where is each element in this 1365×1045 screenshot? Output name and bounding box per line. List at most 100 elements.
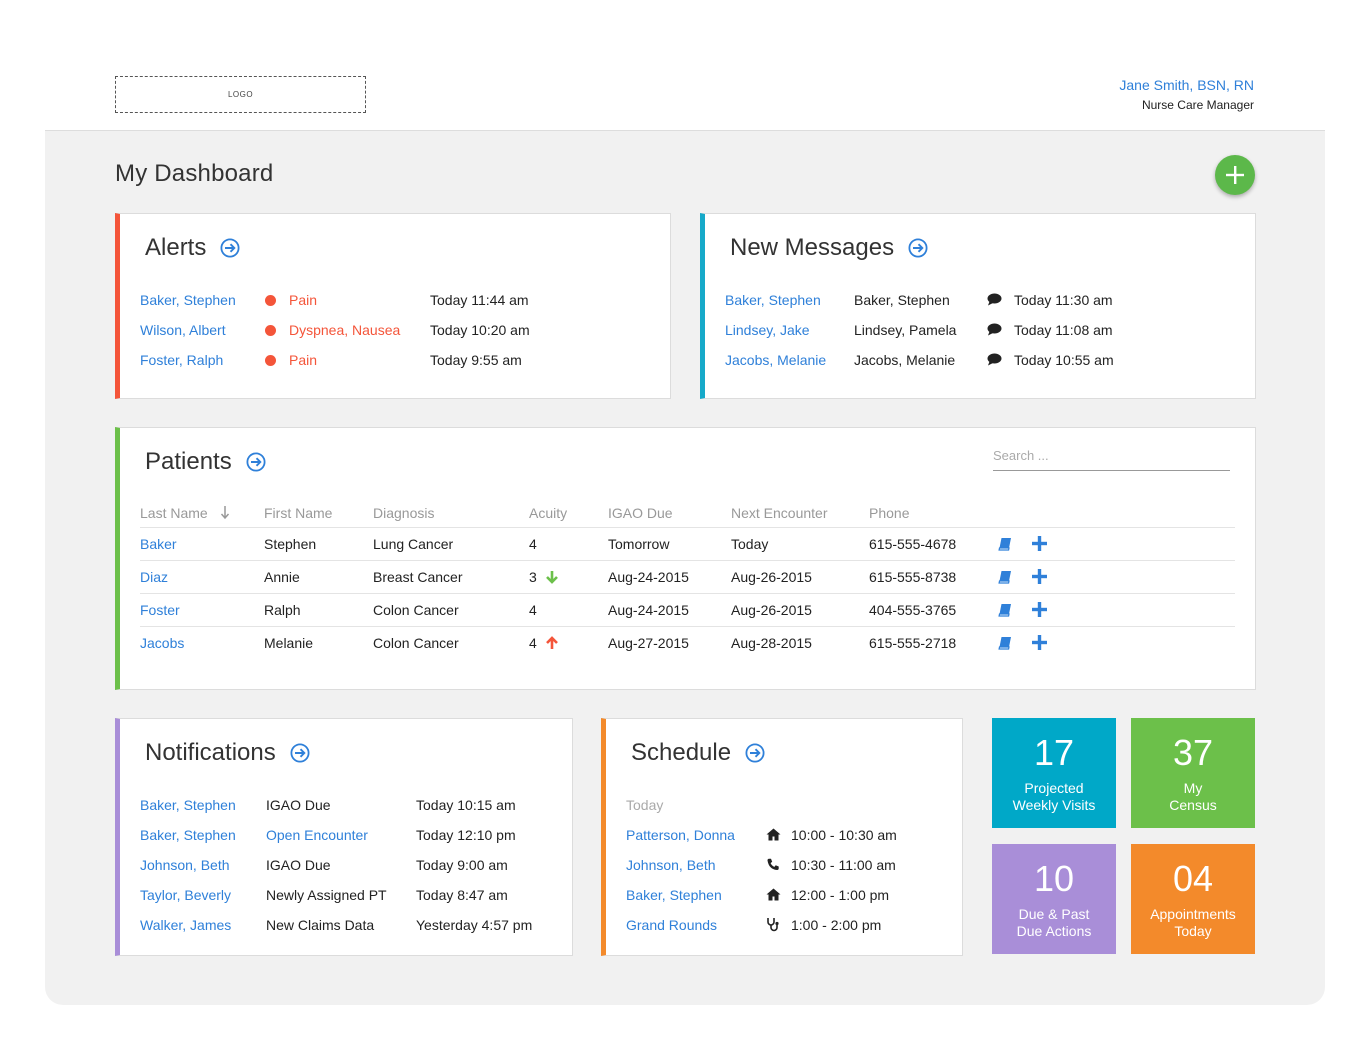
chart-book-icon[interactable] bbox=[998, 627, 1012, 660]
go-arrow-icon[interactable] bbox=[908, 238, 928, 258]
patients-title-text: Patients bbox=[145, 448, 232, 475]
patient-last-name-link[interactable]: Jacobs bbox=[140, 627, 184, 660]
message-time: Today 11:30 am bbox=[1014, 292, 1113, 308]
alert-patient-link[interactable]: Foster, Ralph bbox=[140, 350, 223, 370]
add-encounter-icon[interactable] bbox=[1032, 528, 1047, 561]
dashboard-area: My Dashboard Alerts Baker, Stephen Pain To… bbox=[45, 130, 1325, 1005]
message-patient-link[interactable]: Baker, Stephen bbox=[725, 290, 821, 310]
alerts-title: Alerts bbox=[145, 234, 240, 262]
alert-time: Today 10:20 am bbox=[430, 322, 530, 338]
patient-igao-due: Aug-24-2015 bbox=[608, 602, 689, 618]
alert-dot-icon bbox=[265, 325, 276, 336]
stat-tile-label-line: Census bbox=[1169, 797, 1217, 813]
messages-title-text: New Messages bbox=[730, 234, 895, 261]
col-igao-due[interactable]: IGAO Due bbox=[608, 504, 673, 522]
notification-patient-link[interactable]: Taylor, Beverly bbox=[140, 885, 231, 905]
chat-bubble-icon[interactable] bbox=[987, 350, 1002, 370]
patient-first-name: Melanie bbox=[264, 635, 314, 651]
chart-book-icon[interactable] bbox=[998, 528, 1012, 561]
alerts-card: Alerts Baker, Stephen Pain Today 11:44 am W… bbox=[115, 213, 671, 399]
patient-acuity: 3 bbox=[529, 561, 559, 594]
alert-patient-link[interactable]: Wilson, Albert bbox=[140, 320, 226, 340]
add-encounter-icon[interactable] bbox=[1032, 627, 1047, 660]
notification-patient-link[interactable]: Walker, James bbox=[140, 915, 231, 935]
go-arrow-icon[interactable] bbox=[246, 452, 266, 472]
stat-tile[interactable]: 17 Projected Weekly Visits bbox=[992, 718, 1116, 828]
acuity-value: 4 bbox=[529, 602, 537, 618]
patients-title: Patients bbox=[145, 448, 266, 476]
add-encounter-icon[interactable] bbox=[1032, 561, 1047, 594]
col-last-name[interactable]: Last Name bbox=[140, 504, 230, 522]
stat-tile[interactable]: 04 Appointments Today bbox=[1131, 844, 1255, 954]
schedule-name-link[interactable]: Patterson, Donna bbox=[626, 825, 735, 845]
alert-condition: Pain bbox=[265, 350, 317, 370]
chart-book-icon[interactable] bbox=[998, 594, 1012, 627]
notification-type[interactable]: Open Encounter bbox=[266, 825, 368, 845]
schedule-name-link[interactable]: Johnson, Beth bbox=[626, 855, 716, 875]
patient-last-name-link[interactable]: Diaz bbox=[140, 561, 168, 594]
user-block: Jane Smith, BSN, RN Nurse Care Manager bbox=[1119, 77, 1254, 112]
schedule-name-link[interactable]: Baker, Stephen bbox=[626, 885, 722, 905]
table-row: Jacobs Melanie Colon Cancer 4 Aug-27-2015 Aug… bbox=[140, 627, 1235, 660]
schedule-time: 10:30 - 11:00 am bbox=[791, 857, 896, 873]
stethoscope-icon bbox=[766, 915, 780, 935]
messages-title: New Messages bbox=[730, 234, 928, 262]
patient-diagnosis: Lung Cancer bbox=[373, 536, 454, 552]
user-name-link[interactable]: Jane Smith, BSN, RN bbox=[1119, 77, 1254, 94]
notification-patient-link[interactable]: Baker, Stephen bbox=[140, 795, 236, 815]
alert-dot-icon bbox=[265, 355, 276, 366]
patient-next-encounter: Aug-26-2015 bbox=[731, 569, 812, 585]
stat-tile-label: Due & Past Due Actions bbox=[992, 906, 1116, 940]
patient-acuity: 4 bbox=[529, 627, 559, 660]
search-input[interactable]: Search ... bbox=[993, 446, 1230, 471]
schedule-time: 12:00 - 1:00 pm bbox=[791, 887, 890, 903]
message-patient-link[interactable]: Jacobs, Melanie bbox=[725, 350, 826, 370]
patient-last-name-link[interactable]: Baker bbox=[140, 528, 177, 561]
col-phone[interactable]: Phone bbox=[869, 504, 909, 522]
home-icon bbox=[766, 885, 781, 905]
patient-igao-due: Tomorrow bbox=[608, 536, 670, 552]
alert-patient-link[interactable]: Baker, Stephen bbox=[140, 290, 236, 310]
message-from: Baker, Stephen bbox=[854, 292, 950, 308]
col-acuity[interactable]: Acuity bbox=[529, 504, 567, 522]
chart-book-icon[interactable] bbox=[998, 561, 1012, 594]
patient-phone: 615-555-4678 bbox=[869, 536, 957, 552]
col-next-encounter[interactable]: Next Encounter bbox=[731, 504, 828, 522]
notification-patient-link[interactable]: Johnson, Beth bbox=[140, 855, 230, 875]
chat-bubble-icon[interactable] bbox=[987, 290, 1002, 310]
trend-down-icon bbox=[537, 569, 559, 585]
stat-tile-label: My Census bbox=[1131, 780, 1255, 814]
logo: LOGO bbox=[115, 76, 366, 113]
user-role: Nurse Care Manager bbox=[1141, 98, 1254, 112]
chat-bubble-icon[interactable] bbox=[987, 320, 1002, 340]
stat-tile-label-line: Projected bbox=[1024, 780, 1084, 796]
patients-card: Patients Search ... Last Name First Name… bbox=[115, 427, 1256, 690]
stat-tile[interactable]: 37 My Census bbox=[1131, 718, 1255, 828]
patient-acuity: 4 bbox=[529, 528, 537, 561]
stat-tile-label-line: Due & Past bbox=[1018, 906, 1090, 922]
acuity-value: 3 bbox=[529, 569, 537, 585]
table-row: Foster Ralph Colon Cancer 4 Aug-24-2015 Aug-2… bbox=[140, 594, 1235, 627]
message-patient-link[interactable]: Lindsey, Jake bbox=[725, 320, 810, 340]
go-arrow-icon[interactable] bbox=[745, 743, 765, 763]
add-button[interactable] bbox=[1215, 155, 1255, 195]
patient-first-name: Stephen bbox=[264, 536, 317, 552]
patient-next-encounter: Today bbox=[731, 536, 769, 552]
schedule-title-text: Schedule bbox=[631, 739, 732, 766]
stat-tile-value: 17 bbox=[1033, 732, 1075, 773]
notification-patient-link[interactable]: Baker, Stephen bbox=[140, 825, 236, 845]
patient-diagnosis: Colon Cancer bbox=[373, 635, 459, 651]
go-arrow-icon[interactable] bbox=[290, 743, 310, 763]
schedule-card: Schedule Today Patterson, Donna 10:00 - 1… bbox=[601, 718, 963, 956]
go-arrow-icon[interactable] bbox=[220, 238, 240, 258]
alert-condition-text: Dyspnea, Nausea bbox=[289, 322, 401, 338]
messages-card: New Messages Baker, Stephen Baker, Stephe… bbox=[700, 213, 1256, 399]
col-first-name[interactable]: First Name bbox=[264, 504, 332, 522]
patient-last-name-link[interactable]: Foster bbox=[140, 594, 180, 627]
add-encounter-icon[interactable] bbox=[1032, 594, 1047, 627]
schedule-name-link[interactable]: Grand Rounds bbox=[626, 915, 717, 935]
patient-phone: 615-555-8738 bbox=[869, 569, 957, 585]
stat-tile[interactable]: 10 Due & Past Due Actions bbox=[992, 844, 1116, 954]
col-diagnosis[interactable]: Diagnosis bbox=[373, 504, 434, 522]
notifications-card: Notifications Baker, Stephen IGAO Due Toda… bbox=[115, 718, 573, 956]
